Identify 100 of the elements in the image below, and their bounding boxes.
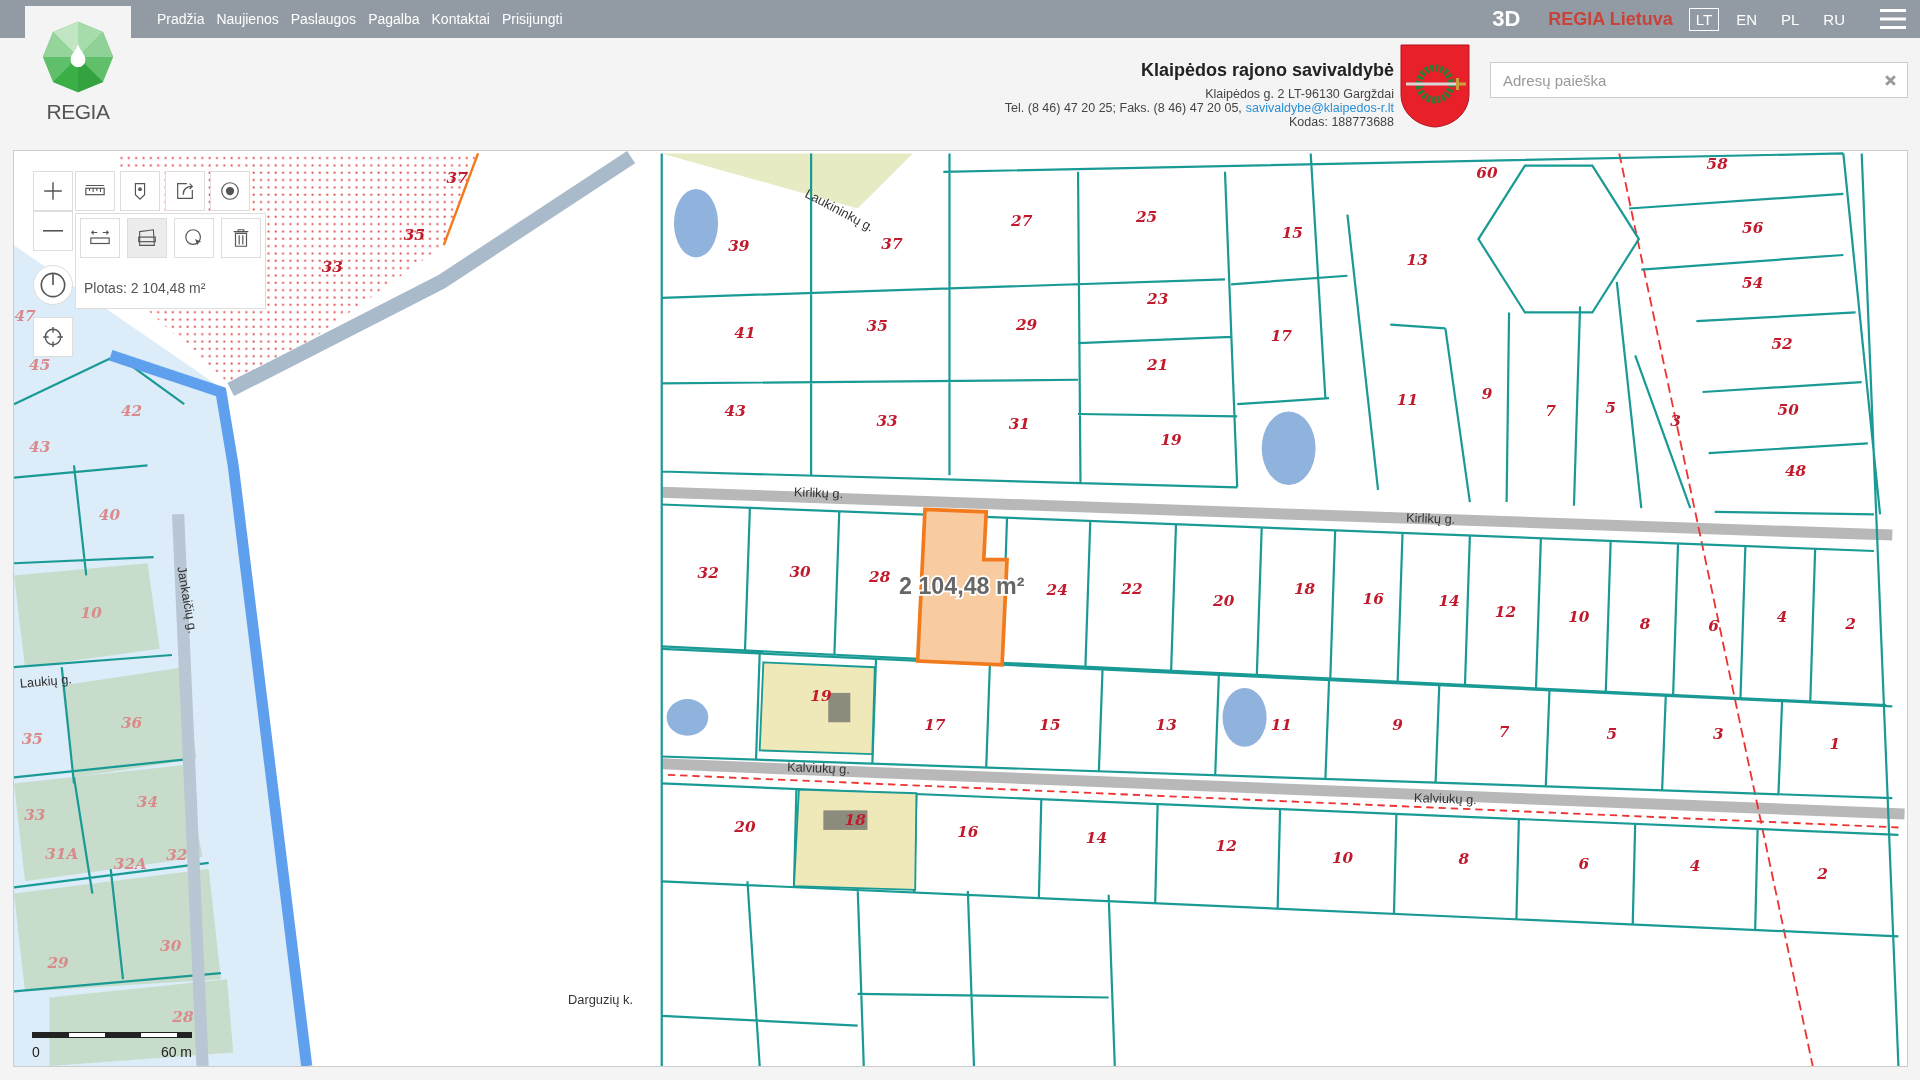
parcel-number: 11 — [1396, 391, 1419, 410]
parcel-number: 8 — [1458, 850, 1470, 869]
parcel-number: 19 — [1160, 430, 1182, 449]
parcel-number: 56 — [1742, 218, 1764, 237]
logo-text: REGIA — [46, 100, 110, 124]
street-label: Darguzių k. — [568, 991, 633, 1007]
municipality-code: Kodas: 188773688 — [1289, 115, 1394, 129]
plus-icon — [42, 180, 64, 202]
measure-button[interactable] — [75, 171, 115, 211]
parcel-number: 7 — [1545, 402, 1556, 421]
address-search-field[interactable]: Adresų paieška — [1490, 62, 1908, 98]
language-option[interactable]: EN — [1729, 7, 1764, 31]
parcel-number: 10 — [80, 604, 102, 623]
parcel-number: 40 — [98, 506, 121, 525]
parcel-number: 7 — [1498, 722, 1510, 741]
brand-link[interactable]: REGIA Lietuva — [1548, 8, 1673, 30]
parcel-number: 10 — [1568, 607, 1590, 626]
nav-link[interactable]: Naujienos — [216, 11, 279, 27]
language-option[interactable]: RU — [1816, 7, 1852, 31]
nav-link[interactable]: Pagalba — [368, 11, 420, 27]
parcel-number: 29 — [47, 954, 69, 973]
parcel-number: 2 — [1817, 864, 1828, 883]
parcel-number: 39 — [728, 237, 750, 256]
parcel-number: 18 — [1293, 579, 1316, 598]
nav-link[interactable]: Prisijungti — [501, 11, 563, 27]
parcel-number: 20 — [1213, 592, 1235, 611]
parcel-number: 58 — [1706, 155, 1728, 174]
close-icon[interactable] — [1884, 73, 1897, 87]
parcel-number: 35 — [866, 316, 888, 335]
scale-label: 60 m — [160, 1044, 192, 1060]
parcel-number: 30 — [789, 562, 811, 581]
area-reading: Plotas: 2 104,48 m² — [83, 280, 207, 296]
parcel-number: 15 — [1039, 715, 1061, 734]
language-option[interactable]: PL — [1773, 7, 1807, 31]
delete-button[interactable] — [221, 218, 261, 258]
parcel-number: 5 — [1606, 725, 1618, 744]
parcel-number: 3 — [1670, 412, 1681, 431]
parcel-number: 33 — [876, 412, 898, 431]
parcel-number: 18 — [844, 811, 866, 829]
measure-distance-button[interactable] — [80, 218, 120, 258]
street-label: Kirlikų g. — [1405, 510, 1456, 527]
parcel-number: 9 — [1481, 385, 1493, 404]
zoom-out-button[interactable] — [33, 211, 73, 251]
pond — [1222, 688, 1267, 747]
building — [823, 810, 868, 830]
parcel-number: 11 — [1270, 715, 1292, 734]
pond — [666, 699, 709, 736]
parcel-number: 43 — [29, 437, 51, 456]
parcel-number: 8 — [1639, 615, 1651, 634]
marker-button[interactable] — [120, 171, 160, 211]
parcel-number: 45 — [29, 355, 51, 374]
point-button[interactable] — [210, 171, 250, 211]
nav-link[interactable]: Kontaktai — [431, 11, 490, 27]
parcel-number: 24 — [1046, 581, 1068, 600]
parcel-number: 54 — [1742, 274, 1764, 292]
share-button[interactable] — [165, 171, 205, 211]
language-option[interactable]: LT — [1688, 7, 1720, 31]
search-input[interactable]: Adresų paieška — [1501, 70, 1884, 90]
nav-link[interactable]: Paslaugos — [290, 11, 357, 27]
municipality-name: Klaipėdos rajono savivaldybė — [1140, 60, 1394, 81]
parcel-number: 34 — [136, 792, 159, 811]
parcel-number: 31A — [45, 845, 79, 864]
parcel-number: 13 — [1406, 250, 1428, 269]
parcel-number: 4 — [1689, 857, 1701, 876]
municipality-address: Klaipėdos g. 2 LT-96130 Gargždai — [1205, 87, 1394, 101]
parcel-number: 17 — [1270, 326, 1292, 345]
parcel-number: 41 — [734, 324, 756, 343]
parcel-number: 12 — [1494, 603, 1516, 622]
contact-phones: Tel. (8 46) 47 20 25; Faks. (8 46) 47 20 05, — [1004, 101, 1242, 115]
email-link[interactable]: savivaldybe@klaipedos-r.lt — [1245, 101, 1394, 115]
parcel-number: 37 — [881, 234, 903, 253]
nav-link[interactable]: Pradžia — [157, 11, 205, 27]
street-label: Kirlikų g. — [793, 484, 844, 502]
regia-logo-icon[interactable] — [41, 20, 115, 94]
parcel-number: 37 — [446, 168, 468, 187]
street-label: Jankaičių g. — [174, 565, 201, 635]
parcel-number: 33 — [321, 258, 343, 277]
globe-button[interactable] — [174, 218, 214, 258]
parcel-number: 3 — [1713, 725, 1724, 744]
parcel-number: 16 — [1362, 589, 1384, 608]
measure-area-button[interactable] — [127, 218, 167, 258]
cadastral-map[interactable] — [13, 150, 1908, 1067]
parcel-number: 13 — [1155, 715, 1177, 734]
power-icon — [39, 271, 67, 299]
street-label: Kalviukų g. — [786, 759, 851, 777]
menu-icon[interactable] — [1880, 9, 1906, 29]
parcel-number: 10 — [1331, 848, 1354, 867]
parcel-number: 50 — [1777, 401, 1799, 420]
parcel-number: 29 — [1016, 315, 1038, 334]
parcel-number: 28 — [869, 567, 891, 586]
parcel-number: 43 — [724, 402, 746, 421]
minus-icon — [43, 230, 63, 232]
parcel-number: 22 — [1121, 579, 1143, 598]
parcel-number: 32 — [697, 563, 719, 582]
parcel-number: 21 — [1147, 355, 1169, 374]
3d-toggle[interactable]: 3D — [1492, 6, 1521, 32]
parcel-number: 42 — [120, 402, 143, 421]
zoom-in-button[interactable] — [33, 171, 73, 211]
parcel-number: 6 — [1708, 616, 1719, 635]
area-ruler-icon — [136, 227, 158, 249]
